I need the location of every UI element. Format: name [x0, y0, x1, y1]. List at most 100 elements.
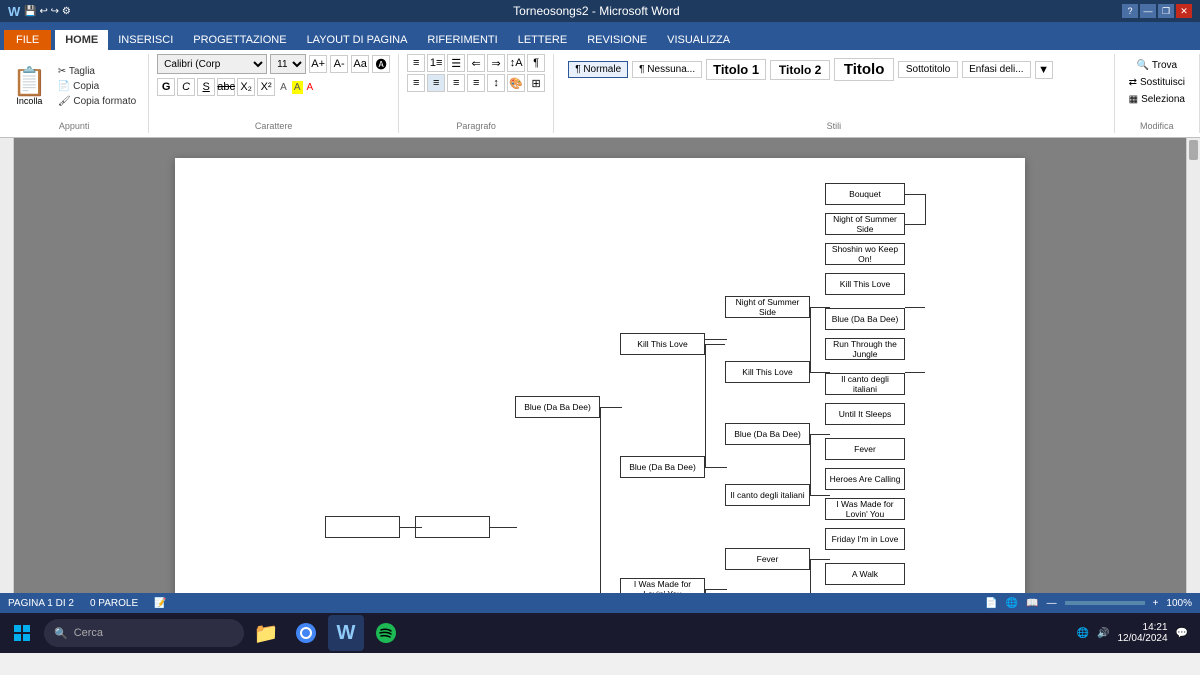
close-button[interactable]: ✕: [1176, 4, 1192, 18]
r1-box-10: Heroes Are Calling: [825, 468, 905, 490]
numbering-button[interactable]: 1≡: [427, 54, 445, 72]
style-titolo2[interactable]: Titolo 2: [770, 60, 830, 80]
word-icon: W: [8, 4, 20, 19]
r1-box-4: Kill This Love: [825, 273, 905, 295]
line-spacing-button[interactable]: ↕: [487, 74, 505, 92]
clock: 14:21 12/04/2024: [1117, 622, 1167, 644]
style-titolo[interactable]: Titolo: [834, 58, 894, 81]
incolla-button[interactable]: 📋 Incolla: [8, 66, 51, 108]
align-center-button[interactable]: ≡: [427, 74, 445, 92]
style-titolo1[interactable]: Titolo 1: [706, 59, 766, 80]
subscript-button[interactable]: X₂: [237, 78, 255, 96]
font-size-select[interactable]: 11: [270, 54, 306, 74]
notification-icon[interactable]: 💬: [1176, 628, 1188, 639]
bold-button[interactable]: G: [157, 78, 175, 96]
maximize-button[interactable]: ❐: [1158, 4, 1174, 18]
r1-box-3: Shoshin wo Keep On!: [825, 243, 905, 265]
start-button[interactable]: [4, 615, 40, 651]
help-button[interactable]: ?: [1122, 4, 1138, 18]
style-enfasi[interactable]: Enfasi deli...: [962, 61, 1030, 78]
trova-button[interactable]: 🔍 Trova: [1130, 58, 1183, 73]
bullets-button[interactable]: ≡: [407, 54, 425, 72]
font-family-select[interactable]: Calibri (Corp: [157, 54, 267, 74]
title-bar: W 💾 ↩ ↪ ⚙ Torneosongs2 - Microsoft Word …: [0, 0, 1200, 22]
sostituisci-button[interactable]: ⇄ Sostituisci: [1123, 75, 1191, 90]
borders-button[interactable]: ⊞: [527, 74, 545, 92]
zoom-out-button[interactable]: —: [1047, 598, 1057, 609]
change-case-button[interactable]: Aa: [351, 55, 369, 73]
doc-scroll[interactable]: Bouquet Night of Summer Side Shoshin wo …: [14, 138, 1186, 593]
justify-button[interactable]: ≡: [467, 74, 485, 92]
left-ruler: [0, 138, 14, 593]
scroll-thumb: [1189, 140, 1198, 160]
decrease-indent-button[interactable]: ⇐: [467, 54, 485, 72]
taskbar-chrome[interactable]: [288, 615, 324, 651]
font-grow-button[interactable]: A+: [309, 55, 327, 73]
r1-box-6: Run Through the Jungle: [825, 338, 905, 360]
tab-layout[interactable]: LAYOUT DI PAGINA: [297, 30, 418, 50]
styles-content: ¶ Normale ¶ Nessuna... Titolo 1 Titolo 2…: [562, 54, 1058, 85]
tab-visualizza[interactable]: VISUALIZZA: [657, 30, 740, 50]
stili-label: Stili: [827, 121, 842, 131]
right-scrollbar[interactable]: [1186, 138, 1200, 593]
tab-riferimenti[interactable]: RIFERIMENTI: [417, 30, 507, 50]
windows-logo-icon: [13, 624, 31, 642]
zoom-in-button[interactable]: +: [1153, 598, 1159, 609]
r1-box-12: Friday I'm in Love: [825, 528, 905, 550]
tab-lettere[interactable]: LETTERE: [508, 30, 578, 50]
tab-file[interactable]: FILE: [4, 30, 51, 50]
ribbon-group-paragrafo: ≡ 1≡ ☰ ⇐ ⇒ ↕A ¶ ≡ ≡ ≡ ≡ ↕ 🎨 ⊞ Paragrafo: [399, 54, 554, 133]
sort-button[interactable]: ↕A: [507, 54, 525, 72]
view-web-icon[interactable]: 🌐: [1006, 598, 1018, 609]
ribbon-group-modifica: 🔍 Trova ⇄ Sostituisci ▦ Seleziona Modifi…: [1115, 54, 1200, 133]
taskbar-search-box[interactable]: 🔍 Cerca: [44, 619, 244, 647]
style-sottotitolo[interactable]: Sottotitolo: [898, 61, 958, 78]
copia-formato-button[interactable]: 🖌 Copia formato: [54, 95, 140, 108]
taskbar-explorer[interactable]: 📁: [248, 615, 284, 651]
proofing-icon[interactable]: 📝: [154, 598, 166, 609]
tab-home[interactable]: HOME: [55, 30, 108, 50]
page-indicator: PAGINA 1 DI 2: [8, 598, 74, 609]
ribbon-tabs-bar: FILE HOME INSERISCI PROGETTAZIONE LAYOUT…: [0, 22, 1200, 50]
clear-format-button[interactable]: 🅐: [372, 55, 390, 73]
copia-button[interactable]: 📄 Copia: [54, 80, 140, 93]
r2-box-2: Kill This Love: [725, 361, 810, 383]
ribbon-group-appunti: 📋 Incolla ✂ Taglia 📄 Copia 🖌 Copia forma…: [0, 54, 149, 133]
r1-box-11: I Was Made for Lovin' You: [825, 498, 905, 520]
italic-button[interactable]: C: [177, 78, 195, 96]
r4-box-1: Blue (Da Ba Dee): [515, 396, 600, 418]
tab-revisione[interactable]: REVISIONE: [577, 30, 657, 50]
clipboard-buttons: ✂ Taglia 📄 Copia 🖌 Copia formato: [54, 65, 140, 108]
tab-inserisci[interactable]: INSERISCI: [108, 30, 183, 50]
underline-button[interactable]: S: [197, 78, 215, 96]
styles-more-button[interactable]: ▼: [1035, 61, 1053, 79]
tab-progettazione[interactable]: PROGETTAZIONE: [183, 30, 296, 50]
format-row: G C S abc X₂ X² A A A: [157, 78, 315, 96]
align-right-button[interactable]: ≡: [447, 74, 465, 92]
align-left-button[interactable]: ≡: [407, 74, 425, 92]
multilevel-button[interactable]: ☰: [447, 54, 465, 72]
shading-button[interactable]: 🎨: [507, 74, 525, 92]
sound-icon: 🔊: [1097, 628, 1109, 639]
seleziona-button[interactable]: ▦ Seleziona: [1123, 92, 1191, 107]
minimize-button[interactable]: —: [1140, 4, 1156, 18]
view-print-icon[interactable]: 📄: [985, 598, 997, 609]
superscript-button[interactable]: X²: [257, 78, 275, 96]
doc-area: Bouquet Night of Summer Side Shoshin wo …: [0, 138, 1200, 593]
spotify-icon: [374, 621, 398, 645]
zoom-bar[interactable]: [1065, 601, 1145, 605]
r1-box-9: Fever: [825, 438, 905, 460]
font-shrink-button[interactable]: A-: [330, 55, 348, 73]
taglia-button[interactable]: ✂ Taglia: [54, 65, 140, 78]
style-normale[interactable]: ¶ Normale: [568, 61, 628, 78]
show-marks-button[interactable]: ¶: [527, 54, 545, 72]
style-nessuna[interactable]: ¶ Nessuna...: [632, 61, 702, 78]
search-placeholder: Cerca: [74, 627, 103, 639]
time-display: 14:21: [1143, 622, 1168, 633]
status-right: 📄 🌐 📖 — + 100%: [985, 598, 1192, 609]
strikethrough-button[interactable]: abc: [217, 78, 235, 96]
taskbar-spotify[interactable]: [368, 615, 404, 651]
increase-indent-button[interactable]: ⇒: [487, 54, 505, 72]
view-read-icon[interactable]: 📖: [1026, 598, 1038, 609]
taskbar-word[interactable]: W: [328, 615, 364, 651]
